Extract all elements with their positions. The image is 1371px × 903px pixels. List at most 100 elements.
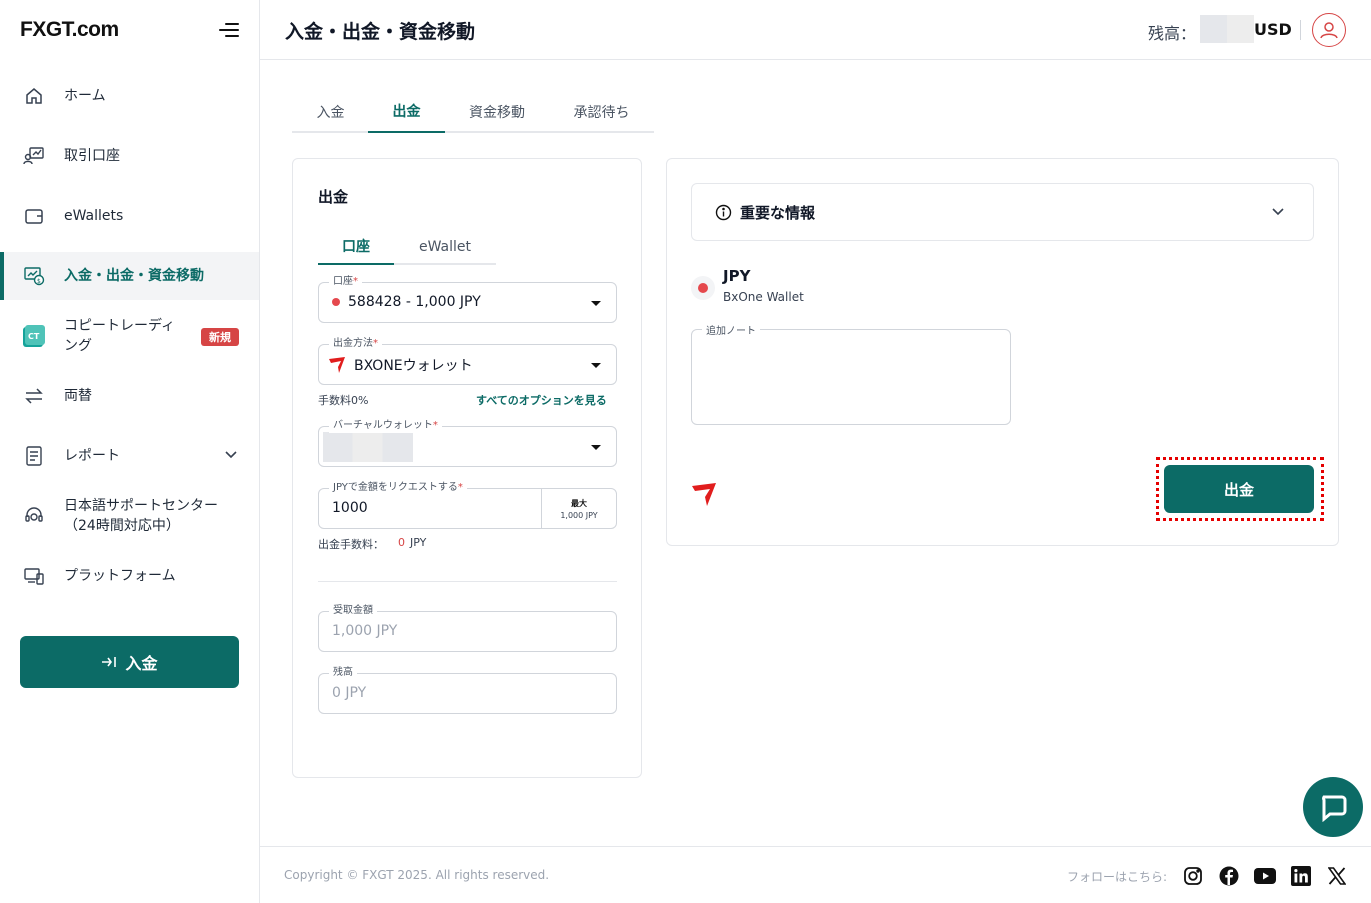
tab-withdraw[interactable]: 出金 (368, 90, 445, 133)
chat-bubble-icon (1322, 795, 1347, 822)
virtual-wallet-field-label: バーチャルウォレット* (329, 419, 442, 433)
caret-down-icon (591, 363, 601, 368)
amount-label-text: JPYで金額をリクエストする (333, 482, 458, 493)
sidebar-item-label: eWallets (64, 208, 124, 224)
platform-icon (22, 564, 46, 588)
sidebar-item-label: ホーム (64, 88, 106, 104)
footer: Copyright © FXGT 2025. All rights reserv… (260, 846, 1371, 903)
remaining-field-label: 残高 (329, 666, 357, 680)
sidebar-item-copy-trading[interactable]: CT コピートレーディ ング 新規 (0, 312, 259, 360)
withdraw-button-highlight: 出金 (1156, 457, 1324, 521)
see-all-options-link[interactable]: すべてのオプションを見る (476, 392, 607, 408)
linkedin-icon[interactable] (1289, 864, 1313, 888)
chevron-down-icon[interactable] (224, 449, 238, 464)
amount-input[interactable]: JPYで金額をリクエストする* 1000 最大 1,000 JPY (318, 481, 617, 529)
follow-label: フォローはこちら: (1067, 870, 1168, 884)
deposit-button[interactable]: 入金 (20, 636, 239, 688)
top-header: 入金・出金・資金移動 残高： USD (260, 0, 1371, 60)
sidebar-item-label: 入金・出金・資金移動 (64, 268, 204, 284)
youtube-icon[interactable] (1253, 864, 1277, 888)
received-field-label: 受取金額 (329, 604, 377, 618)
virtual-wallet-select[interactable]: バーチャルウォレット* (318, 419, 617, 467)
caret-down-icon (591, 301, 601, 306)
amount-field-label: JPYで金額をリクエストする* (329, 481, 467, 495)
sidebar-item-home[interactable]: ホーム (0, 72, 259, 120)
sidebar-item-trading-accounts[interactable]: 取引口座 (0, 132, 259, 180)
virtual-wallet-masked-value (323, 432, 413, 462)
account-field-label: 口座* (329, 275, 362, 289)
form-divider (318, 581, 617, 582)
note-field-label: 追加ノート (702, 322, 760, 337)
sidebar-item-label: レポート (64, 448, 120, 464)
sidebar-item-label: 両替 (64, 388, 92, 404)
withdraw-fee-label: 出金手数料： (318, 538, 384, 551)
sidebar-item-funds[interactable]: $ 入金・出金・資金移動 (0, 252, 259, 300)
sidebar-item-ewallets[interactable]: eWallets (0, 192, 259, 240)
subtab-ewallet[interactable]: eWallet (394, 229, 496, 265)
report-icon (22, 444, 46, 468)
sidebar: FXGT.com ホーム 取引口座 eWallets $ 入金・出金・資金移動 … (0, 0, 260, 903)
chevron-down-icon (1271, 206, 1285, 221)
withdraw-fee-currency: JPY (410, 536, 427, 549)
withdraw-source-tabs: 口座 eWallet (318, 229, 496, 265)
sidebar-item-label: 取引口座 (64, 148, 120, 164)
virtual-wallet-label-text: バーチャルウォレット (333, 420, 433, 431)
sidebar-item-label: 日本語サポートセンター （24時間対応中） (64, 496, 218, 536)
additional-note-textarea[interactable]: 追加ノート (691, 322, 1011, 425)
withdraw-submit-button[interactable]: 出金 (1164, 465, 1314, 513)
max-amount-button[interactable]: 最大 1,000 JPY (541, 489, 616, 528)
balance-label: 残高： (1148, 24, 1197, 43)
sidebar-item-exchange[interactable]: 両替 (0, 372, 259, 420)
chat-support-button[interactable] (1303, 777, 1363, 837)
currency-status-icon (691, 276, 715, 300)
support-label-line1: 日本語サポートセンター (64, 498, 218, 514)
currency-name: JPY (723, 267, 751, 285)
funds-transfer-icon: $ (22, 264, 46, 288)
method-select[interactable]: 出金方法* BXONEウォレット (318, 337, 617, 385)
subtab-account[interactable]: 口座 (318, 229, 394, 265)
account-select-value: 588428 - 1,000 JPY (332, 294, 481, 310)
important-info-title: 重要な情報 (740, 204, 816, 222)
amount-value[interactable]: 1000 (332, 500, 368, 516)
user-avatar-icon[interactable] (1312, 13, 1346, 47)
login-arrow-icon (102, 657, 117, 667)
bxone-logo-icon (691, 481, 717, 511)
sidebar-item-label: プラットフォーム (64, 568, 176, 584)
status-dot-icon (332, 298, 340, 306)
page-title: 入金・出金・資金移動 (285, 21, 476, 43)
wallet-name: BxOne Wallet (723, 290, 804, 304)
info-icon (715, 204, 732, 221)
deposit-button-label: 入金 (125, 654, 158, 673)
method-label-text: 出金方法 (333, 338, 373, 349)
method-field-label: 出金方法* (329, 337, 382, 351)
instagram-icon[interactable] (1181, 864, 1205, 888)
exchange-icon (22, 384, 46, 408)
remaining-balance-value: 0 JPY (332, 685, 367, 701)
menu-icon[interactable] (219, 20, 239, 40)
home-icon (22, 84, 46, 108)
max-value: 1,000 JPY (560, 510, 598, 520)
tab-pending[interactable]: 承認待ち (549, 90, 654, 133)
facebook-icon[interactable] (1217, 864, 1241, 888)
fee-rate-text: 手数料0% (318, 394, 369, 407)
method-select-value: BXONEウォレット (328, 355, 473, 375)
trading-account-icon (22, 144, 46, 168)
sidebar-item-support[interactable]: 日本語サポートセンター （24時間対応中） (0, 492, 259, 540)
fxgt-logo[interactable]: FXGT.com (20, 18, 119, 42)
received-amount-value: 1,000 JPY (332, 623, 398, 639)
svg-text:$: $ (37, 278, 41, 285)
account-select[interactable]: 口座* 588428 - 1,000 JPY (318, 275, 617, 323)
sidebar-item-reports[interactable]: レポート (0, 432, 259, 480)
copyright-text: Copyright © FXGT 2025. All rights reserv… (284, 868, 550, 882)
tab-deposit[interactable]: 入金 (292, 90, 369, 133)
tab-transfer[interactable]: 資金移動 (445, 90, 549, 133)
sidebar-item-platform[interactable]: プラットフォーム (0, 552, 259, 600)
withdraw-details-card: 重要な情報 JPY BxOne Wallet 追加ノート 出金 (666, 158, 1339, 546)
copy-trading-label-line1: コピートレーディ (64, 318, 176, 334)
withdraw-form-card: 出金 口座 eWallet 口座* 588428 - 1,000 JPY 出金方… (292, 158, 642, 778)
x-icon[interactable] (1325, 864, 1349, 888)
sidebar-item-label: コピートレーディ ング (64, 316, 175, 356)
important-info-accordion[interactable]: 重要な情報 (691, 183, 1314, 241)
support-label-line2: （24時間対応中） (64, 518, 180, 534)
method-value-text: BXONEウォレット (354, 358, 473, 374)
